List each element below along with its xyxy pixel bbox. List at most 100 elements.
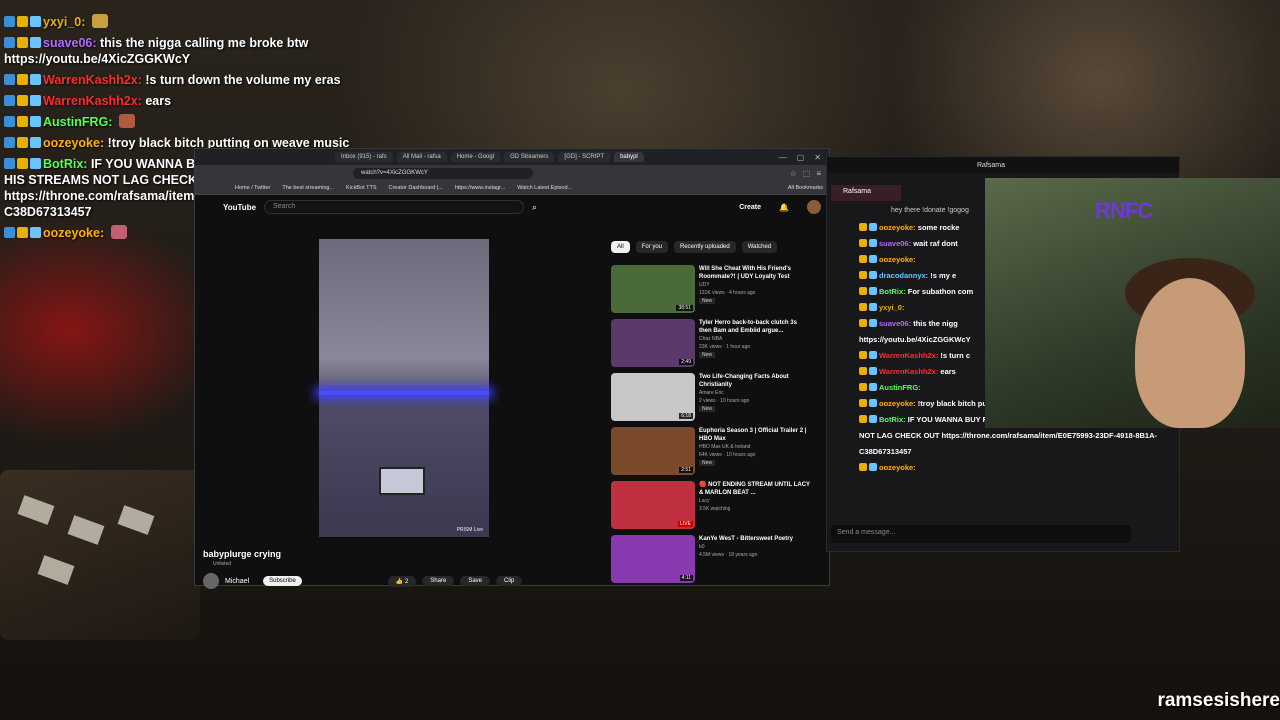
video-title[interactable]: Euphoria Season 3 | Official Trailer 2 |… [699,427,811,443]
chat-message: yxyi_0: [4,14,384,30]
new-badge: New [699,406,716,412]
like-button[interactable]: 👍 2 [387,575,417,587]
badge-icon [30,158,41,169]
video-title[interactable]: 🔴 NOT ENDING STREAM UNTIL LACY & MARLON … [699,481,811,497]
url-field[interactable]: watch?v=4XicZGGKWcY [353,167,533,179]
recommended-video[interactable]: 6:18 Two Life-Changing Facts About Christ… [611,373,811,427]
bookmark-item[interactable]: KickBot TTS [346,185,376,191]
create-button[interactable]: Create [739,204,761,211]
channel-avatar[interactable] [203,573,219,589]
new-badge: New [699,352,716,358]
badge-icon [859,399,867,407]
video-channel[interactable]: UDY [699,281,811,289]
share-button[interactable]: Share [422,576,455,586]
video-channel[interactable]: Amare Eric [699,389,811,397]
badge-icon [859,287,867,295]
youtube-page: YouTube Search ⌕ Create 🔔 PRISM Live bab… [195,195,829,589]
youtube-header: YouTube Search ⌕ Create 🔔 [195,195,829,219]
browser-tab[interactable]: [GD] - SCRIPT [558,152,611,162]
badge-icon [4,158,15,169]
chat-text: NOT LAG CHECK OUT https://throne.com/raf… [859,431,1157,440]
browser-tab[interactable]: babypl [614,152,644,162]
browser-tab[interactable]: Home - Googl [450,152,501,162]
badge-icon [869,383,877,391]
chat-message: AustinFRG: [4,114,384,130]
video-thumbnail[interactable]: 6:18 [611,373,695,421]
chat-username: WarrenKashh2x: [43,73,142,87]
chat-username: oozeyoke: [879,255,916,264]
browser-tab[interactable]: GD Streamers [504,152,555,162]
subscribe-button[interactable]: Subscribe [263,576,302,586]
twitch-tab[interactable]: Rafsama [831,185,901,201]
badge-icon [869,351,877,359]
video-title[interactable]: KanYe WesT - Bittersweet Poetry [699,535,793,543]
address-bar: watch?v=4XicZGGKWcY ☆ ⬚ ≡ [195,165,829,181]
all-bookmarks[interactable]: All Bookmarks [788,185,829,191]
recommendations: 38:51 Will She Cheat With His Friend's Ro… [611,265,811,589]
bookmark-item[interactable]: Creator Dashboard |... [389,185,443,191]
filter-chip[interactable]: Watched [741,241,778,253]
video-title[interactable]: Will She Cheat With His Friend's Roommat… [699,265,811,281]
chat-username: dracodannyx: [879,271,929,280]
search-icon[interactable]: ⌕ [532,202,537,213]
browser-tab[interactable]: All Mail - rafsa [396,152,447,162]
video-channel[interactable]: HBO Max UK & Ireland [699,443,811,451]
video-thumbnail[interactable]: LIVE [611,481,695,529]
video-meta: 3.5K watching [699,506,731,512]
chat-username: suave06: [879,319,912,328]
badge-icon [859,239,867,247]
recommended-video[interactable]: 38:51 Will She Cheat With His Friend's Ro… [611,265,811,319]
close-icon[interactable]: ✕ [814,153,821,162]
minimize-icon[interactable]: — [779,153,787,162]
video-title[interactable]: Tyler Herro back-to-back clutch 3s then … [699,319,811,335]
bookmark-item[interactable]: Watch Latest Episod... [517,185,572,191]
tab-bar: Inbox (915) - rafs All Mail - rafsa Home -… [195,149,829,165]
recommended-video[interactable]: 2:51 Euphoria Season 3 | Official Trailer… [611,427,811,481]
recommended-video[interactable]: 2:49 Tyler Herro back-to-back clutch 3s t… [611,319,811,373]
channel-name[interactable]: Michael [225,578,249,585]
video-thumbnail[interactable]: 2:51 [611,427,695,475]
star-icon[interactable]: ☆ [790,169,797,178]
chat-text: wait raf dont [913,239,958,248]
avatar[interactable] [807,200,821,214]
badge-icon [30,95,41,106]
bell-icon[interactable]: 🔔 [779,203,789,212]
maximize-icon[interactable]: ▢ [797,153,805,162]
video-thumbnail[interactable]: 38:51 [611,265,695,313]
badge-icon [30,74,41,85]
chat-input[interactable]: Send a message... [831,525,1131,543]
video-channel[interactable]: Lacy [699,497,811,505]
badge-icon [30,16,41,27]
bookmark-item[interactable]: The best streaming... [282,185,334,191]
browser-window[interactable]: Inbox (915) - rafs All Mail - rafsa Home -… [194,148,830,589]
video-channel[interactable]: Chaz NBA [699,335,811,343]
bookmark-item[interactable]: https://www.instagr... [455,185,505,191]
save-button[interactable]: Save [460,576,490,586]
badge-icon [30,37,41,48]
youtube-logo[interactable]: YouTube [223,203,256,212]
like-count: 2 [404,578,409,585]
browser-tab[interactable]: Inbox (915) - rafs [335,152,393,162]
chat-username: suave06: [43,36,97,50]
clip-button[interactable]: Clip [496,576,523,586]
filter-chip[interactable]: For you [635,241,669,253]
webcam: RNFC [985,178,1280,428]
video-channel[interactable]: b0 [699,543,793,551]
extensions-icon[interactable]: ⬚ [803,169,811,178]
menu-icon[interactable]: ≡ [816,169,821,178]
recommended-video[interactable]: 4:11 KanYe WesT - Bittersweet Poetry b0 4.5… [611,535,811,589]
search-input[interactable]: Search [264,200,525,214]
video-title[interactable]: Two Life-Changing Facts About Christiani… [699,373,811,389]
video-thumbnail[interactable]: 2:49 [611,319,695,367]
video-player[interactable]: PRISM Live [319,239,489,537]
recommended-video[interactable]: LIVE 🔴 NOT ENDING STREAM UNTIL LACY & MAR… [611,481,811,535]
video-thumbnail[interactable]: 4:11 [611,535,695,583]
twitch-titlebar: Rafsama [827,157,1179,173]
filter-chip[interactable]: All [611,241,630,253]
chat-text: !s my e [930,271,957,280]
filter-chip[interactable]: Recently uploaded [674,241,736,253]
badge-icon [859,383,867,391]
chat-message: WarrenKashh2x: !s turn down the volume m… [4,72,384,88]
chat-username: oozeyoke: [43,136,105,150]
bookmark-item[interactable]: Home / Twitter [235,185,270,191]
